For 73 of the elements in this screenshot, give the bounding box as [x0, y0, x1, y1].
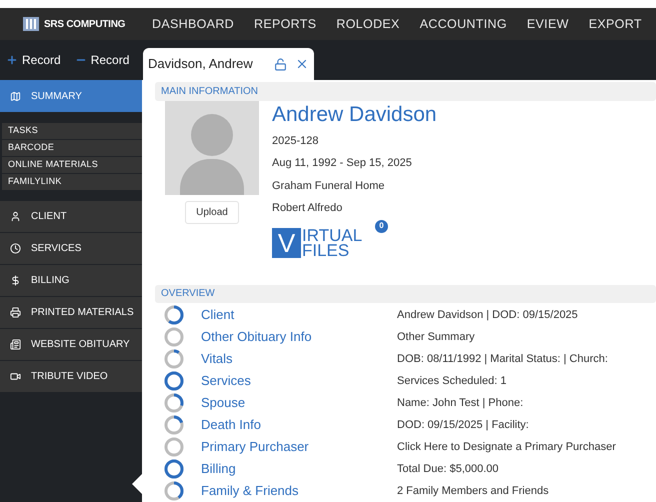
sidebar-item[interactable]: WEBSITE OBITUARY — [0, 329, 142, 360]
overview-link[interactable]: Services — [201, 371, 397, 391]
nav-link[interactable]: ACCOUNTING — [420, 14, 507, 34]
client-detail: 2025-128 — [272, 134, 320, 148]
client-detail: Graham Funeral Home — [272, 178, 386, 194]
overview-summary: DOD: 09/15/2025 | Facility: — [397, 418, 529, 433]
overview-link[interactable]: Client — [201, 305, 397, 325]
count-badge: 0 — [375, 220, 388, 232]
unlock-icon[interactable] — [274, 58, 287, 70]
progress-ring-icon — [164, 393, 184, 413]
user-icon — [10, 211, 21, 222]
overview-link[interactable]: Primary Purchaser — [201, 437, 397, 457]
client-detail: Robert Alfredo — [272, 201, 344, 216]
logo-text: IRTUAL — [302, 228, 362, 242]
progress-ring-icon — [164, 349, 184, 369]
overview-link[interactable]: Vitals — [201, 349, 397, 369]
overview-link[interactable]: Billing — [201, 459, 397, 479]
newspaper-icon — [10, 339, 21, 350]
overview-link[interactable]: Family & Friends — [201, 481, 397, 501]
logo-text: FILES — [302, 242, 350, 258]
client-detail: Aug 11, 1992 - Sep 15, 2025 — [272, 156, 413, 171]
progress-ring-icon — [164, 327, 184, 347]
sidebar-item[interactable]: CLIENT — [0, 201, 142, 232]
sidebar-subitem[interactable]: BARCODE — [2, 140, 142, 156]
overview-summary: Total Due: $5,000.00 — [397, 462, 499, 477]
record-tab[interactable]: Davidson, Andrew — [143, 48, 314, 80]
overview-summary: Services Scheduled: 1 — [397, 374, 506, 389]
upload-button[interactable]: Upload — [185, 200, 239, 224]
clock-icon — [10, 243, 21, 254]
sidebar-item[interactable]: SERVICES — [0, 233, 142, 264]
nav-link[interactable]: EVIEW — [526, 14, 569, 34]
overview-link[interactable]: Spouse — [201, 393, 397, 413]
overview-summary: DOB: 08/11/1992 | Marital Status: | Church: — [397, 352, 608, 367]
brand-name: SRS COMPUTING — [44, 18, 126, 32]
client-name: Andrew Davidson — [272, 102, 437, 128]
progress-ring-icon — [164, 415, 184, 435]
tab-label: Davidson, Andrew — [148, 55, 254, 74]
sidebar-subitem[interactable]: ONLINE MATERIALS — [2, 157, 142, 173]
add-record-button[interactable]: Record — [6, 51, 61, 69]
sidebar-item[interactable]: TRIBUTE VIDEO — [0, 361, 142, 392]
plus-icon — [6, 54, 18, 66]
close-icon[interactable] — [295, 57, 309, 71]
map-icon — [10, 90, 21, 102]
overview-summary: Click Here to Designate a Primary Purchaser — [397, 440, 616, 455]
progress-ring-icon — [164, 459, 184, 479]
overview-summary: 2 Family Members and Friends — [397, 484, 549, 499]
overview-summary: Name: John Test | Phone: — [397, 396, 524, 411]
nav-link[interactable]: DASHBOARD — [152, 14, 234, 34]
sidebar-item[interactable]: SUMMARY — [0, 80, 142, 112]
collapse-pointer-icon[interactable] — [132, 474, 142, 494]
remove-record-button[interactable]: Record — [74, 51, 130, 69]
sidebar-subitem[interactable]: FAMILYLINK — [2, 174, 142, 190]
progress-ring-icon — [164, 305, 184, 325]
progress-ring-icon — [164, 481, 184, 501]
nav-link[interactable]: EXPORT — [588, 14, 642, 34]
overview-summary: Andrew Davidson | DOD: 09/15/2025 — [397, 308, 578, 323]
video-camera-icon — [10, 371, 21, 382]
printer-icon — [10, 307, 21, 318]
dollar-icon — [10, 275, 21, 286]
logo-letter: V — [272, 228, 301, 258]
overview-summary: Other Summary — [397, 330, 475, 345]
overview-link[interactable]: Other Obituary Info — [201, 327, 397, 347]
section-header: MAIN INFORMATION — [155, 82, 656, 100]
nav-link[interactable]: REPORTS — [254, 14, 316, 34]
sidebar-subitem[interactable]: TASKS — [2, 123, 142, 139]
sidebar-item[interactable]: PRINTED MATERIALS — [0, 297, 142, 328]
section-header: OVERVIEW — [155, 284, 656, 303]
logo-icon — [22, 16, 40, 32]
sidebar-item[interactable]: BILLING — [0, 265, 142, 296]
progress-ring-icon — [164, 437, 184, 457]
overview-link[interactable]: Death Info — [201, 415, 397, 435]
nav-link[interactable]: ROLODEX — [336, 14, 400, 34]
progress-ring-icon — [164, 371, 184, 391]
